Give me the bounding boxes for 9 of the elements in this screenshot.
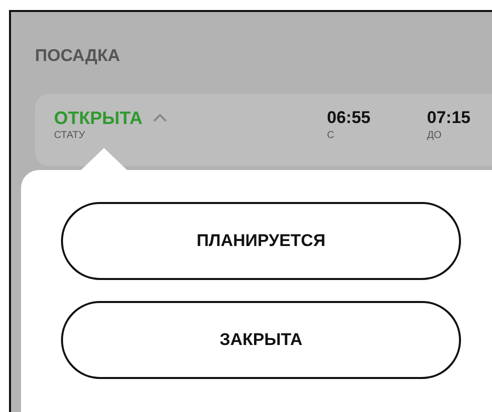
status-label: СТАТУ	[54, 130, 86, 141]
status-option[interactable]: ЗАКРЫТА	[61, 301, 461, 379]
time-value: 07:15	[427, 108, 472, 128]
chevron-icon[interactable]	[152, 113, 168, 123]
status-option[interactable]: ПЛАНИРУЕТСЯ	[61, 202, 461, 280]
time-label: ДО	[427, 130, 443, 141]
time-value: 06:55	[327, 108, 372, 128]
time-label: С	[327, 130, 336, 141]
section-title: ПОСАДКА	[35, 46, 121, 66]
